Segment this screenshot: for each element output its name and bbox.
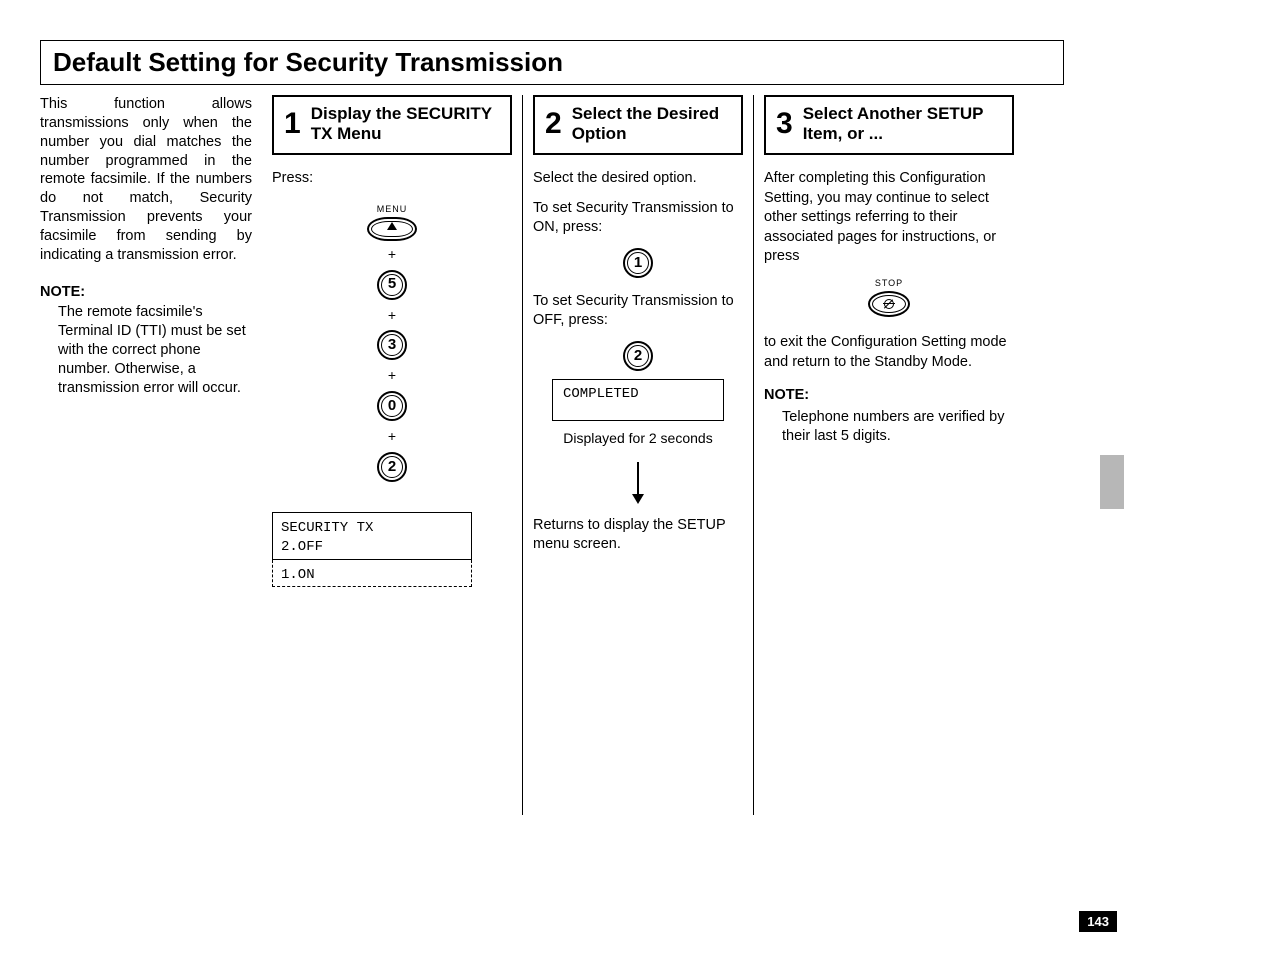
step2-p1: Select the desired option. <box>533 169 743 189</box>
step2-p3: To set Security Transmission to OFF, pre… <box>533 292 743 331</box>
intro-paragraph: This function allows transmissions only … <box>40 95 252 265</box>
column-divider <box>753 95 754 815</box>
keypad-1-icon: 1 <box>623 248 653 278</box>
step3-note-body: Telephone numbers are verified by their … <box>764 408 1014 447</box>
steps-row: 1 Display the SECURITY TX Menu Press: ME… <box>272 95 1014 815</box>
step2-p2: To set Security Transmission to ON, pres… <box>533 199 743 238</box>
lcd-completed: COMPLETED <box>552 379 724 421</box>
menu-button-icon: MENU <box>367 203 417 241</box>
column-divider <box>522 95 523 815</box>
step-3-title: Select Another SETUP Item, or ... <box>803 104 1002 143</box>
press-label: Press: <box>272 169 512 189</box>
down-arrow-icon <box>637 462 639 502</box>
lcd-caption: Displayed for 2 seconds <box>533 429 743 448</box>
plus-sign: + <box>272 427 512 446</box>
lcd-line-1: SECURITY TX <box>281 519 463 538</box>
manual-page: Default Setting for Security Transmissio… <box>40 40 1064 815</box>
section-title: Default Setting for Security Transmissio… <box>53 47 563 77</box>
note-heading: NOTE: <box>40 283 252 302</box>
lcd-line-2: 2.OFF <box>281 538 463 557</box>
step-2-title: Select the Desired Option <box>572 104 731 143</box>
step-3: 3 Select Another SETUP Item, or ... Afte… <box>764 95 1014 815</box>
menu-up-arrow-icon <box>367 217 417 241</box>
plus-sign: + <box>272 245 512 264</box>
step-1-title: Display the SECURITY TX Menu <box>311 104 500 143</box>
lcd-alt-line: 1.ON <box>281 566 463 585</box>
step-1-body: Press: MENU + 5 + 3 + 0 + 2 <box>272 169 512 815</box>
side-tab-marker <box>1100 455 1124 509</box>
step-3-body: After completing this Configuration Sett… <box>764 169 1014 815</box>
step3-note-heading: NOTE: <box>764 386 1014 406</box>
step2-p4: Returns to display the SETUP menu screen… <box>533 516 743 555</box>
keypad-3-icon: 3 <box>377 330 407 360</box>
step-2-header: 2 Select the Desired Option <box>533 95 743 155</box>
keypad-5-icon: 5 <box>377 270 407 300</box>
stop-button-icon: STOP <box>868 277 910 317</box>
lcd-display-step1: SECURITY TX 2.OFF 1.ON <box>272 512 472 587</box>
keypad-0-icon: 0 <box>377 391 407 421</box>
note-body: The remote facsimile's Terminal ID (TTI)… <box>40 303 252 397</box>
step-1-number: 1 <box>284 109 301 139</box>
menu-button-label: MENU <box>367 203 417 215</box>
step-3-header: 3 Select Another SETUP Item, or ... <box>764 95 1014 155</box>
step-2-body: Select the desired option. To set Securi… <box>533 169 743 815</box>
step3-p1: After completing this Configuration Sett… <box>764 169 1014 267</box>
step-3-number: 3 <box>776 109 793 139</box>
stop-button-label: STOP <box>868 277 910 289</box>
step-2-number: 2 <box>545 109 562 139</box>
lcd-completed-text: COMPLETED <box>563 386 639 402</box>
plus-sign: + <box>272 306 512 325</box>
section-title-box: Default Setting for Security Transmissio… <box>40 40 1064 85</box>
plus-sign: + <box>272 366 512 385</box>
step-1-header: 1 Display the SECURITY TX Menu <box>272 95 512 155</box>
keypad-2-icon: 2 <box>377 452 407 482</box>
step-1: 1 Display the SECURITY TX Menu Press: ME… <box>272 95 512 815</box>
intro-column: This function allows transmissions only … <box>40 95 272 815</box>
page-number: 143 <box>1079 911 1117 932</box>
step-2: 2 Select the Desired Option Select the d… <box>533 95 743 815</box>
step3-p2: to exit the Configuration Setting mode a… <box>764 333 1014 372</box>
keypad-2-icon: 2 <box>623 341 653 371</box>
body-grid: This function allows transmissions only … <box>40 95 1064 815</box>
key-sequence: MENU + 5 + 3 + 0 + 2 <box>272 199 512 483</box>
